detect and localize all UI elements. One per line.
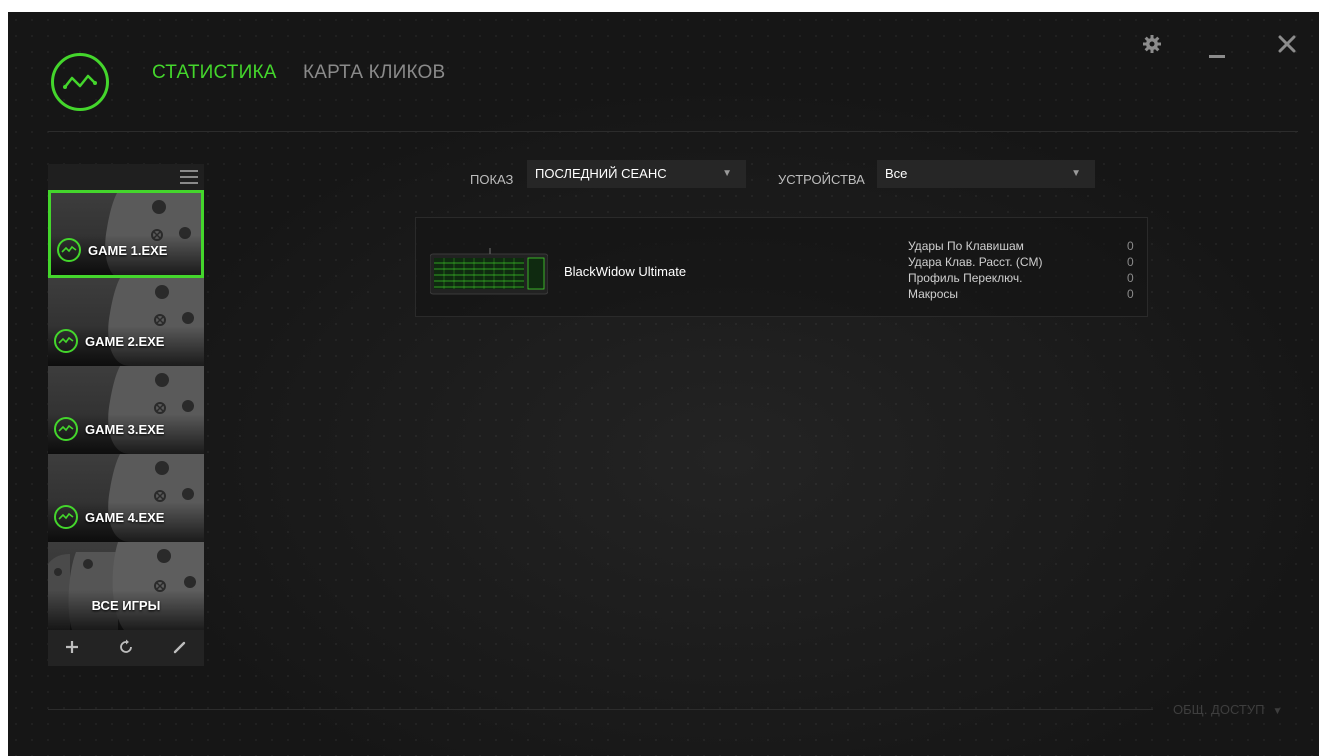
minimize-icon[interactable] — [1208, 42, 1226, 65]
chevron-down-icon: ▼ — [722, 168, 732, 179]
sidebar-toolbar — [48, 630, 204, 666]
sidebar-header — [48, 164, 204, 190]
show-label: ПОКАЗ — [470, 172, 514, 187]
game-logo-icon — [57, 238, 81, 262]
game-label: GAME 1.EXE — [88, 243, 168, 258]
show-dropdown-value: ПОСЛЕДНИЙ СЕАНС — [535, 166, 667, 181]
edit-icon[interactable] — [172, 639, 188, 660]
stat-label-macros: Макросы — [908, 287, 959, 301]
devices-dropdown[interactable]: Все ▼ — [877, 160, 1095, 188]
game-tile-3[interactable]: GAME 3.EXE — [48, 366, 204, 454]
footer-divider — [48, 709, 1153, 710]
devices-dropdown-value: Все — [885, 166, 908, 181]
stat-label-profile-switch: Профиль Переключ. — [908, 271, 1023, 285]
stat-value-keystrokes: 0 — [1127, 239, 1134, 253]
stat-value-profile-switch: 0 — [1127, 271, 1134, 285]
tab-statistics[interactable]: СТАТИСТИКА — [152, 62, 277, 84]
device-name: BlackWidow Ultimate — [564, 264, 687, 279]
app-window: СТАТИСТИКА КАРТА КЛИКОВ GAME 1.EXE GAME … — [8, 12, 1319, 756]
stat-label-keystrokes: Удары По Клавишам — [908, 239, 1024, 253]
share-button[interactable]: ОБЩ. ДОСТУП ▼ — [1173, 702, 1282, 717]
stats-logo-icon — [51, 53, 109, 111]
game-label: GAME 3.EXE — [85, 422, 165, 437]
game-logo-icon — [54, 329, 78, 353]
games-sidebar: GAME 1.EXE GAME 2.EXE GAME 3.EXE GAME 4.… — [48, 164, 204, 666]
stat-value-distance: 0 — [1127, 255, 1134, 269]
stat-value-macros: 0 — [1127, 287, 1134, 301]
all-games-label: ВСЕ ИГРЫ — [91, 598, 161, 613]
devices-label: УСТРОЙСТВА — [778, 172, 865, 187]
device-card[interactable]: BlackWidow Ultimate Удары По Клавишам 0 … — [415, 217, 1148, 317]
share-label: ОБЩ. ДОСТУП — [1173, 702, 1265, 717]
game-label: GAME 4.EXE — [85, 510, 165, 525]
hamburger-menu-icon[interactable] — [180, 170, 198, 189]
gear-icon[interactable] — [1142, 34, 1162, 59]
chevron-down-icon: ▼ — [1272, 706, 1283, 717]
chevron-down-icon: ▼ — [1071, 168, 1081, 179]
game-label: GAME 2.EXE — [85, 334, 165, 349]
close-icon[interactable] — [1278, 35, 1296, 58]
keyboard-image — [430, 248, 548, 295]
game-tile-2[interactable]: GAME 2.EXE — [48, 278, 204, 366]
game-tile-1[interactable]: GAME 1.EXE — [48, 190, 204, 278]
game-tile-all[interactable]: ВСЕ ИГРЫ — [48, 542, 204, 630]
refresh-icon[interactable] — [118, 639, 134, 660]
game-tile-4[interactable]: GAME 4.EXE — [48, 454, 204, 542]
show-dropdown[interactable]: ПОСЛЕДНИЙ СЕАНС ▼ — [527, 160, 746, 188]
game-logo-icon — [54, 417, 78, 441]
header-divider — [48, 131, 1298, 132]
tab-click-map[interactable]: КАРТА КЛИКОВ — [303, 62, 445, 84]
stat-label-distance: Удара Клав. Расст. (CM) — [908, 255, 1043, 269]
game-logo-icon — [54, 505, 78, 529]
add-icon[interactable] — [64, 639, 80, 660]
